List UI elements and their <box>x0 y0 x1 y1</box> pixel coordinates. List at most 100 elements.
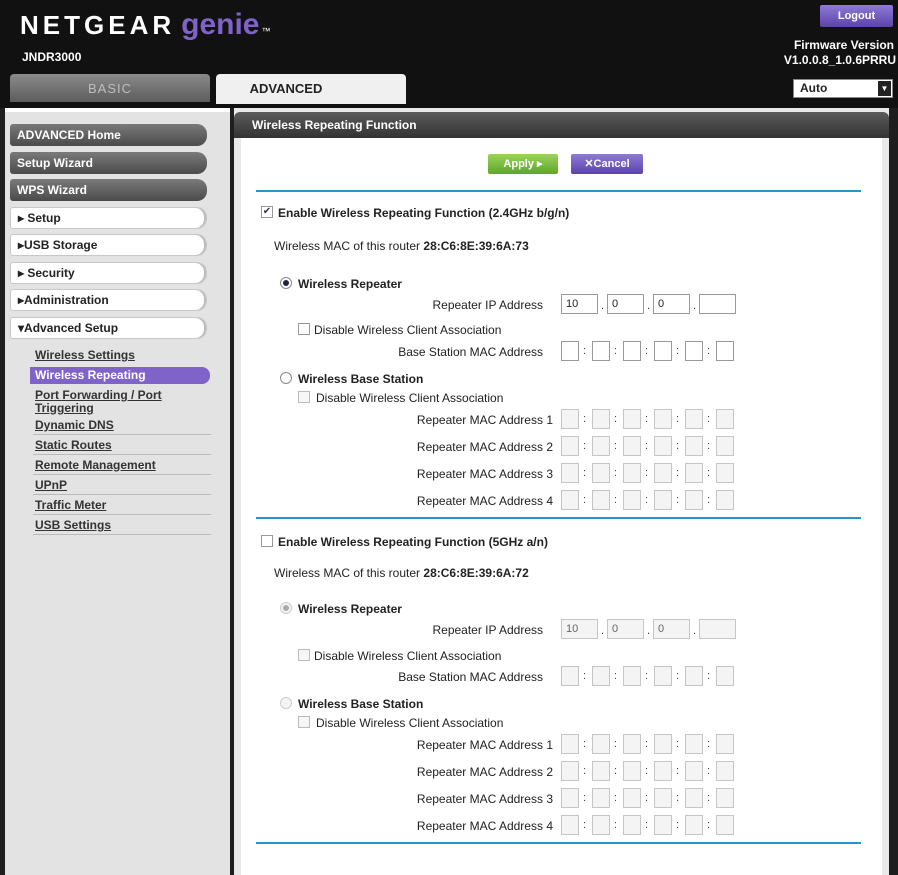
sidebar-item-port-triggering[interactable]: Triggering <box>35 401 94 415</box>
sidebar-item-dynamic-dns[interactable]: Dynamic DNS <box>35 418 114 432</box>
enable-repeating-24ghz-checkbox[interactable]: ✔ <box>261 206 273 218</box>
mac-octet-field[interactable] <box>654 734 672 754</box>
mac-octet-field[interactable] <box>561 409 579 429</box>
sidebar-item-upnp[interactable]: UPnP <box>35 478 67 492</box>
mac-octet-field[interactable] <box>685 734 703 754</box>
disable-client-assoc-checkbox[interactable] <box>298 716 310 728</box>
logout-button[interactable]: Logout <box>820 5 893 27</box>
mac-octet-field[interactable] <box>716 409 734 429</box>
sidebar-item-advanced-setup[interactable]: ▾Advanced Setup <box>10 317 207 339</box>
sidebar-item-port-forwarding[interactable]: Port Forwarding / Port <box>35 388 162 402</box>
mac-octet-field[interactable] <box>716 463 734 483</box>
mac-octet-field[interactable] <box>716 815 734 835</box>
disable-client-assoc-checkbox[interactable] <box>298 649 310 661</box>
mac-octet-field[interactable] <box>654 815 672 835</box>
language-select[interactable]: Auto ▼ <box>793 79 893 98</box>
mac-octet-field[interactable] <box>592 341 610 361</box>
mac-octet-field[interactable] <box>654 761 672 781</box>
sidebar-item-administration[interactable]: ▸Administration <box>10 289 207 311</box>
wireless-base-station-radio-5ghz[interactable] <box>280 697 292 709</box>
mac-octet-field[interactable] <box>685 761 703 781</box>
sidebar-item-static-routes[interactable]: Static Routes <box>35 438 112 452</box>
disable-client-assoc-checkbox[interactable] <box>298 391 310 403</box>
mac-octet-field[interactable] <box>623 490 641 510</box>
cancel-button[interactable]: ✕Cancel <box>571 154 643 174</box>
sidebar-item-traffic-meter[interactable]: Traffic Meter <box>35 498 106 512</box>
mac-octet-field[interactable] <box>592 463 610 483</box>
sidebar-item-wps-wizard[interactable]: WPS Wizard <box>10 179 207 201</box>
mac-octet-field[interactable] <box>592 666 610 686</box>
sidebar-item-setup-wizard[interactable]: Setup Wizard <box>10 152 207 174</box>
mac-octet-field[interactable] <box>716 761 734 781</box>
mac-octet-field[interactable] <box>561 436 579 456</box>
mac-octet-field[interactable] <box>561 463 579 483</box>
mac-octet-field[interactable] <box>654 490 672 510</box>
mac-octet-field[interactable] <box>654 666 672 686</box>
mac-octet-field[interactable] <box>685 490 703 510</box>
mac-octet-field[interactable] <box>623 666 641 686</box>
mac-octet-field[interactable] <box>654 463 672 483</box>
mac-octet-field[interactable] <box>623 788 641 808</box>
mac-octet-field[interactable] <box>561 788 579 808</box>
mac-octet-field[interactable] <box>623 341 641 361</box>
mac-octet-field[interactable] <box>716 436 734 456</box>
disable-client-assoc-checkbox[interactable] <box>298 323 310 335</box>
repeater-ip-octet-4[interactable] <box>699 619 736 639</box>
mac-octet-field[interactable] <box>716 341 734 361</box>
mac-octet-field[interactable] <box>623 734 641 754</box>
sidebar-item-usb-settings[interactable]: USB Settings <box>35 518 111 532</box>
sidebar-item-usb-storage[interactable]: ▸USB Storage <box>10 234 207 256</box>
mac-octet-field[interactable] <box>623 815 641 835</box>
mac-octet-field[interactable] <box>623 436 641 456</box>
mac-octet-field[interactable] <box>592 761 610 781</box>
repeater-ip-octet-3[interactable]: 0 <box>653 294 690 314</box>
mac-octet-field[interactable] <box>561 734 579 754</box>
repeater-ip-octet-1[interactable]: 10 <box>561 619 598 639</box>
mac-octet-field[interactable] <box>561 341 579 361</box>
sidebar-item-remote-management[interactable]: Remote Management <box>35 458 156 472</box>
repeater-ip-octet-2[interactable]: 0 <box>607 619 644 639</box>
mac-octet-field[interactable] <box>716 788 734 808</box>
mac-octet-field[interactable] <box>592 409 610 429</box>
mac-octet-field[interactable] <box>592 815 610 835</box>
mac-octet-field[interactable] <box>654 341 672 361</box>
mac-octet-field[interactable] <box>685 788 703 808</box>
enable-repeating-5ghz-checkbox[interactable] <box>261 535 273 547</box>
repeater-ip-octet-1[interactable]: 10 <box>561 294 598 314</box>
mac-octet-field[interactable] <box>716 734 734 754</box>
apply-button[interactable]: Apply ▸ <box>488 154 558 174</box>
repeater-ip-octet-4[interactable] <box>699 294 736 314</box>
sidebar-item-setup[interactable]: ▸ Setup <box>10 207 207 229</box>
mac-octet-field[interactable] <box>685 436 703 456</box>
mac-octet-field[interactable] <box>654 436 672 456</box>
mac-octet-field[interactable] <box>592 788 610 808</box>
mac-octet-field[interactable] <box>654 409 672 429</box>
mac-octet-field[interactable] <box>592 490 610 510</box>
mac-octet-field[interactable] <box>561 490 579 510</box>
mac-octet-field[interactable] <box>685 341 703 361</box>
sidebar-item-advanced-home[interactable]: ADVANCED Home <box>10 124 207 146</box>
mac-octet-field[interactable] <box>623 409 641 429</box>
tab-advanced[interactable]: ADVANCED <box>216 74 406 104</box>
sidebar-item-wireless-repeating[interactable]: Wireless Repeating <box>30 367 210 384</box>
mac-octet-field[interactable] <box>716 490 734 510</box>
mac-octet-field[interactable] <box>623 463 641 483</box>
mac-octet-field[interactable] <box>623 761 641 781</box>
wireless-base-station-radio-24ghz[interactable] <box>280 372 292 384</box>
mac-octet-field[interactable] <box>561 666 579 686</box>
mac-octet-field[interactable] <box>685 409 703 429</box>
mac-octet-field[interactable] <box>716 666 734 686</box>
sidebar-item-security[interactable]: ▸ Security <box>10 262 207 284</box>
repeater-ip-octet-2[interactable]: 0 <box>607 294 644 314</box>
mac-octet-field[interactable] <box>561 815 579 835</box>
wireless-repeater-radio-24ghz[interactable] <box>280 277 292 289</box>
mac-octet-field[interactable] <box>592 436 610 456</box>
mac-octet-field[interactable] <box>654 788 672 808</box>
mac-octet-field[interactable] <box>685 666 703 686</box>
mac-octet-field[interactable] <box>592 734 610 754</box>
tab-basic[interactable]: BASIC <box>10 74 210 102</box>
wireless-repeater-radio-5ghz[interactable] <box>280 602 292 614</box>
mac-octet-field[interactable] <box>561 761 579 781</box>
mac-octet-field[interactable] <box>685 463 703 483</box>
repeater-ip-octet-3[interactable]: 0 <box>653 619 690 639</box>
